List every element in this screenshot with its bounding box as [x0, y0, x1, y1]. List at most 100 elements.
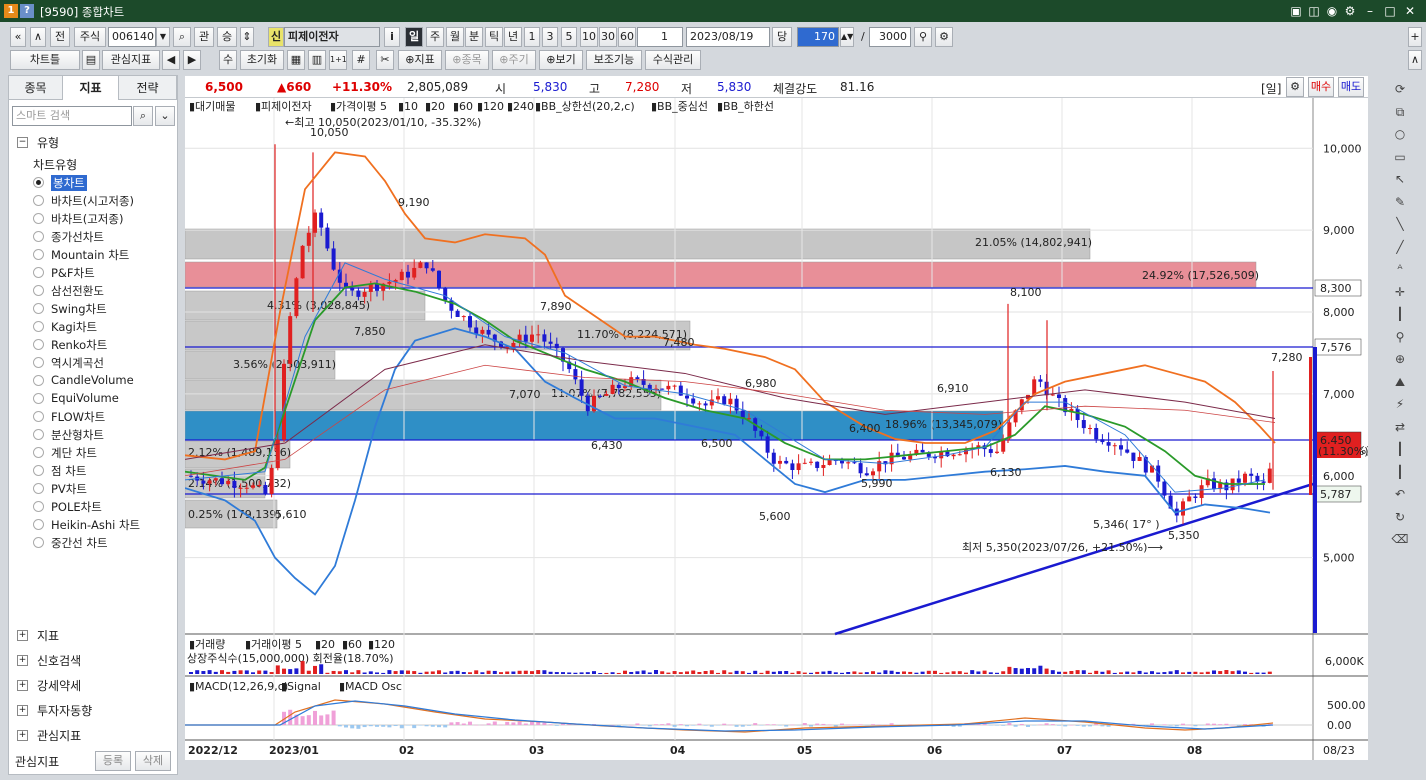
- refresh-icon[interactable]: ⟳: [1390, 79, 1410, 99]
- chart-icon[interactable]: ▭: [1390, 147, 1410, 167]
- legend-item[interactable]: ▮BB_중심선: [651, 100, 708, 113]
- chart-area[interactable]: 21.05% (14,802,941) 24.92% (17,526,509) 4.…: [184, 98, 1371, 760]
- grid-icon[interactable]: ▦: [287, 50, 305, 70]
- link-icon[interactable]: ◫: [1306, 3, 1322, 19]
- interest-indicator-button[interactable]: 관심지표: [102, 50, 160, 70]
- minute-button[interactable]: 5: [561, 27, 577, 47]
- delete-button[interactable]: 삭제: [135, 751, 171, 771]
- zoom-stepper[interactable]: ▲▼: [840, 27, 854, 47]
- smart-search-input[interactable]: 스마트 검색: [12, 106, 132, 126]
- loop-icon[interactable]: ↻: [1390, 507, 1410, 527]
- spin-button[interactable]: ⇕: [240, 27, 254, 47]
- formula-button[interactable]: 수식관리: [645, 50, 701, 70]
- macd-legend-item[interactable]: ▮MACD Osc: [339, 680, 402, 693]
- chart-type-label[interactable]: 역시계곡선: [51, 355, 104, 371]
- minute-button[interactable]: 1: [524, 27, 540, 47]
- minute-button[interactable]: 30: [599, 27, 617, 47]
- memo-icon[interactable]: ▣: [1288, 3, 1304, 19]
- period-button[interactable]: 분: [465, 27, 483, 47]
- total-input[interactable]: 3000: [869, 27, 911, 47]
- prev-arrow-icon[interactable]: ◀: [162, 50, 180, 70]
- chart-type-label[interactable]: 바차트(시고저종): [51, 193, 134, 209]
- settings-icon[interactable]: ⚙: [1342, 3, 1358, 19]
- date-input[interactable]: 2023/08/19: [686, 27, 770, 47]
- group-label[interactable]: 지표: [37, 627, 59, 644]
- chart-type-radio[interactable]: [33, 339, 44, 350]
- candle-icon[interactable]: ┃: [1390, 304, 1410, 324]
- chart-type-label[interactable]: 분산형차트: [51, 427, 104, 443]
- item-button[interactable]: ⊕종목: [445, 50, 489, 70]
- expand-icon[interactable]: +: [17, 655, 28, 666]
- chart-type-label[interactable]: CandleVolume: [51, 373, 134, 387]
- code-dropdown[interactable]: ▼: [156, 27, 170, 47]
- register-button[interactable]: 등록: [95, 751, 131, 771]
- chart-type-radio[interactable]: [33, 537, 44, 548]
- expand-icon[interactable]: +: [17, 630, 28, 641]
- tab-indicator[interactable]: 지표: [63, 76, 119, 100]
- chart-type-label[interactable]: 계단 차트: [51, 445, 97, 461]
- help-icon[interactable]: ?: [20, 4, 34, 18]
- zoom-in-icon[interactable]: ⚲: [914, 27, 932, 47]
- undo-icon[interactable]: ↶: [1390, 484, 1410, 504]
- chart-type-radio[interactable]: [33, 195, 44, 206]
- volume-legend-item[interactable]: ▮60: [342, 638, 362, 651]
- legend-item[interactable]: ▮20: [425, 100, 445, 113]
- chart-type-label[interactable]: 바차트(고저종): [51, 211, 123, 227]
- dropdown-icon[interactable]: ⌄: [155, 106, 175, 126]
- chart-type-radio[interactable]: [33, 249, 44, 260]
- legend-item[interactable]: ▮가격이평 5: [330, 100, 387, 113]
- macd-legend-item[interactable]: ▮Signal: [281, 680, 321, 693]
- macd-legend-item[interactable]: ▮MACD(12,26,9,c): [189, 680, 288, 693]
- view-button[interactable]: ⊕보기: [539, 50, 583, 70]
- bar-icon[interactable]: ┃: [1390, 439, 1410, 459]
- chart-type-radio[interactable]: [33, 303, 44, 314]
- scissors-icon[interactable]: ✂: [376, 50, 394, 70]
- group-label[interactable]: 관심지표: [37, 727, 81, 744]
- price-type-button[interactable]: 당: [772, 27, 792, 47]
- chart-type-label[interactable]: 봉차트: [51, 175, 87, 191]
- line-icon[interactable]: ╲: [1390, 214, 1410, 234]
- aux-button[interactable]: 보조기능: [586, 50, 642, 70]
- code-input[interactable]: 006140: [108, 27, 156, 47]
- chart-type-radio[interactable]: [33, 231, 44, 242]
- period-button[interactable]: 일: [405, 27, 423, 47]
- mountain-icon[interactable]: ⛰: [1390, 372, 1410, 392]
- minute-button[interactable]: 10: [580, 27, 598, 47]
- legend-item[interactable]: ▮대기매물: [189, 100, 236, 113]
- legend-item[interactable]: ▮240: [507, 100, 534, 113]
- gear-icon[interactable]: ⚙: [1286, 77, 1304, 97]
- text-icon[interactable]: ᴬ: [1390, 259, 1410, 279]
- maximize-icon[interactable]: □: [1382, 3, 1398, 19]
- chart-type-radio[interactable]: [33, 357, 44, 368]
- chart-type-label[interactable]: 중간선 차트: [51, 535, 108, 551]
- chart-type-radio[interactable]: [33, 267, 44, 278]
- legend-item[interactable]: ▮BB_상한선(20,2,c): [535, 100, 635, 113]
- indicator-button[interactable]: ⊕지표: [398, 50, 442, 70]
- chart-type-radio[interactable]: [33, 447, 44, 458]
- market-select[interactable]: 주식: [74, 27, 106, 47]
- legend-item[interactable]: ▮60: [453, 100, 473, 113]
- chart-type-label[interactable]: Renko차트: [51, 337, 107, 353]
- minute-button[interactable]: 60: [618, 27, 636, 47]
- capture-icon[interactable]: ◉: [1324, 3, 1340, 19]
- search-icon[interactable]: ⌕: [133, 106, 153, 126]
- trade-icon[interactable]: ⇄: [1390, 417, 1410, 437]
- prev-button[interactable]: «: [10, 27, 26, 47]
- volume-legend-item[interactable]: ▮거래량: [189, 638, 225, 651]
- hash-icon[interactable]: #: [352, 50, 370, 70]
- period-button[interactable]: 틱: [485, 27, 503, 47]
- period-button[interactable]: 년: [504, 27, 522, 47]
- chart-type-radio[interactable]: [33, 465, 44, 476]
- chart-type-radio[interactable]: [33, 429, 44, 440]
- chart-type-radio[interactable]: [33, 375, 44, 386]
- search-icon[interactable]: ⌕: [173, 27, 191, 47]
- expand-icon[interactable]: +: [17, 705, 28, 716]
- circle-icon[interactable]: ○: [1390, 124, 1410, 144]
- close-icon[interactable]: ✕: [1402, 3, 1418, 19]
- group-label[interactable]: 강세약세: [37, 677, 81, 694]
- relation-button[interactable]: 관: [194, 27, 214, 47]
- up-button[interactable]: ∧: [30, 27, 46, 47]
- chart-type-label[interactable]: PV차트: [51, 481, 87, 497]
- period-button[interactable]: 월: [446, 27, 464, 47]
- zoom-icon[interactable]: ⊕: [1390, 349, 1410, 369]
